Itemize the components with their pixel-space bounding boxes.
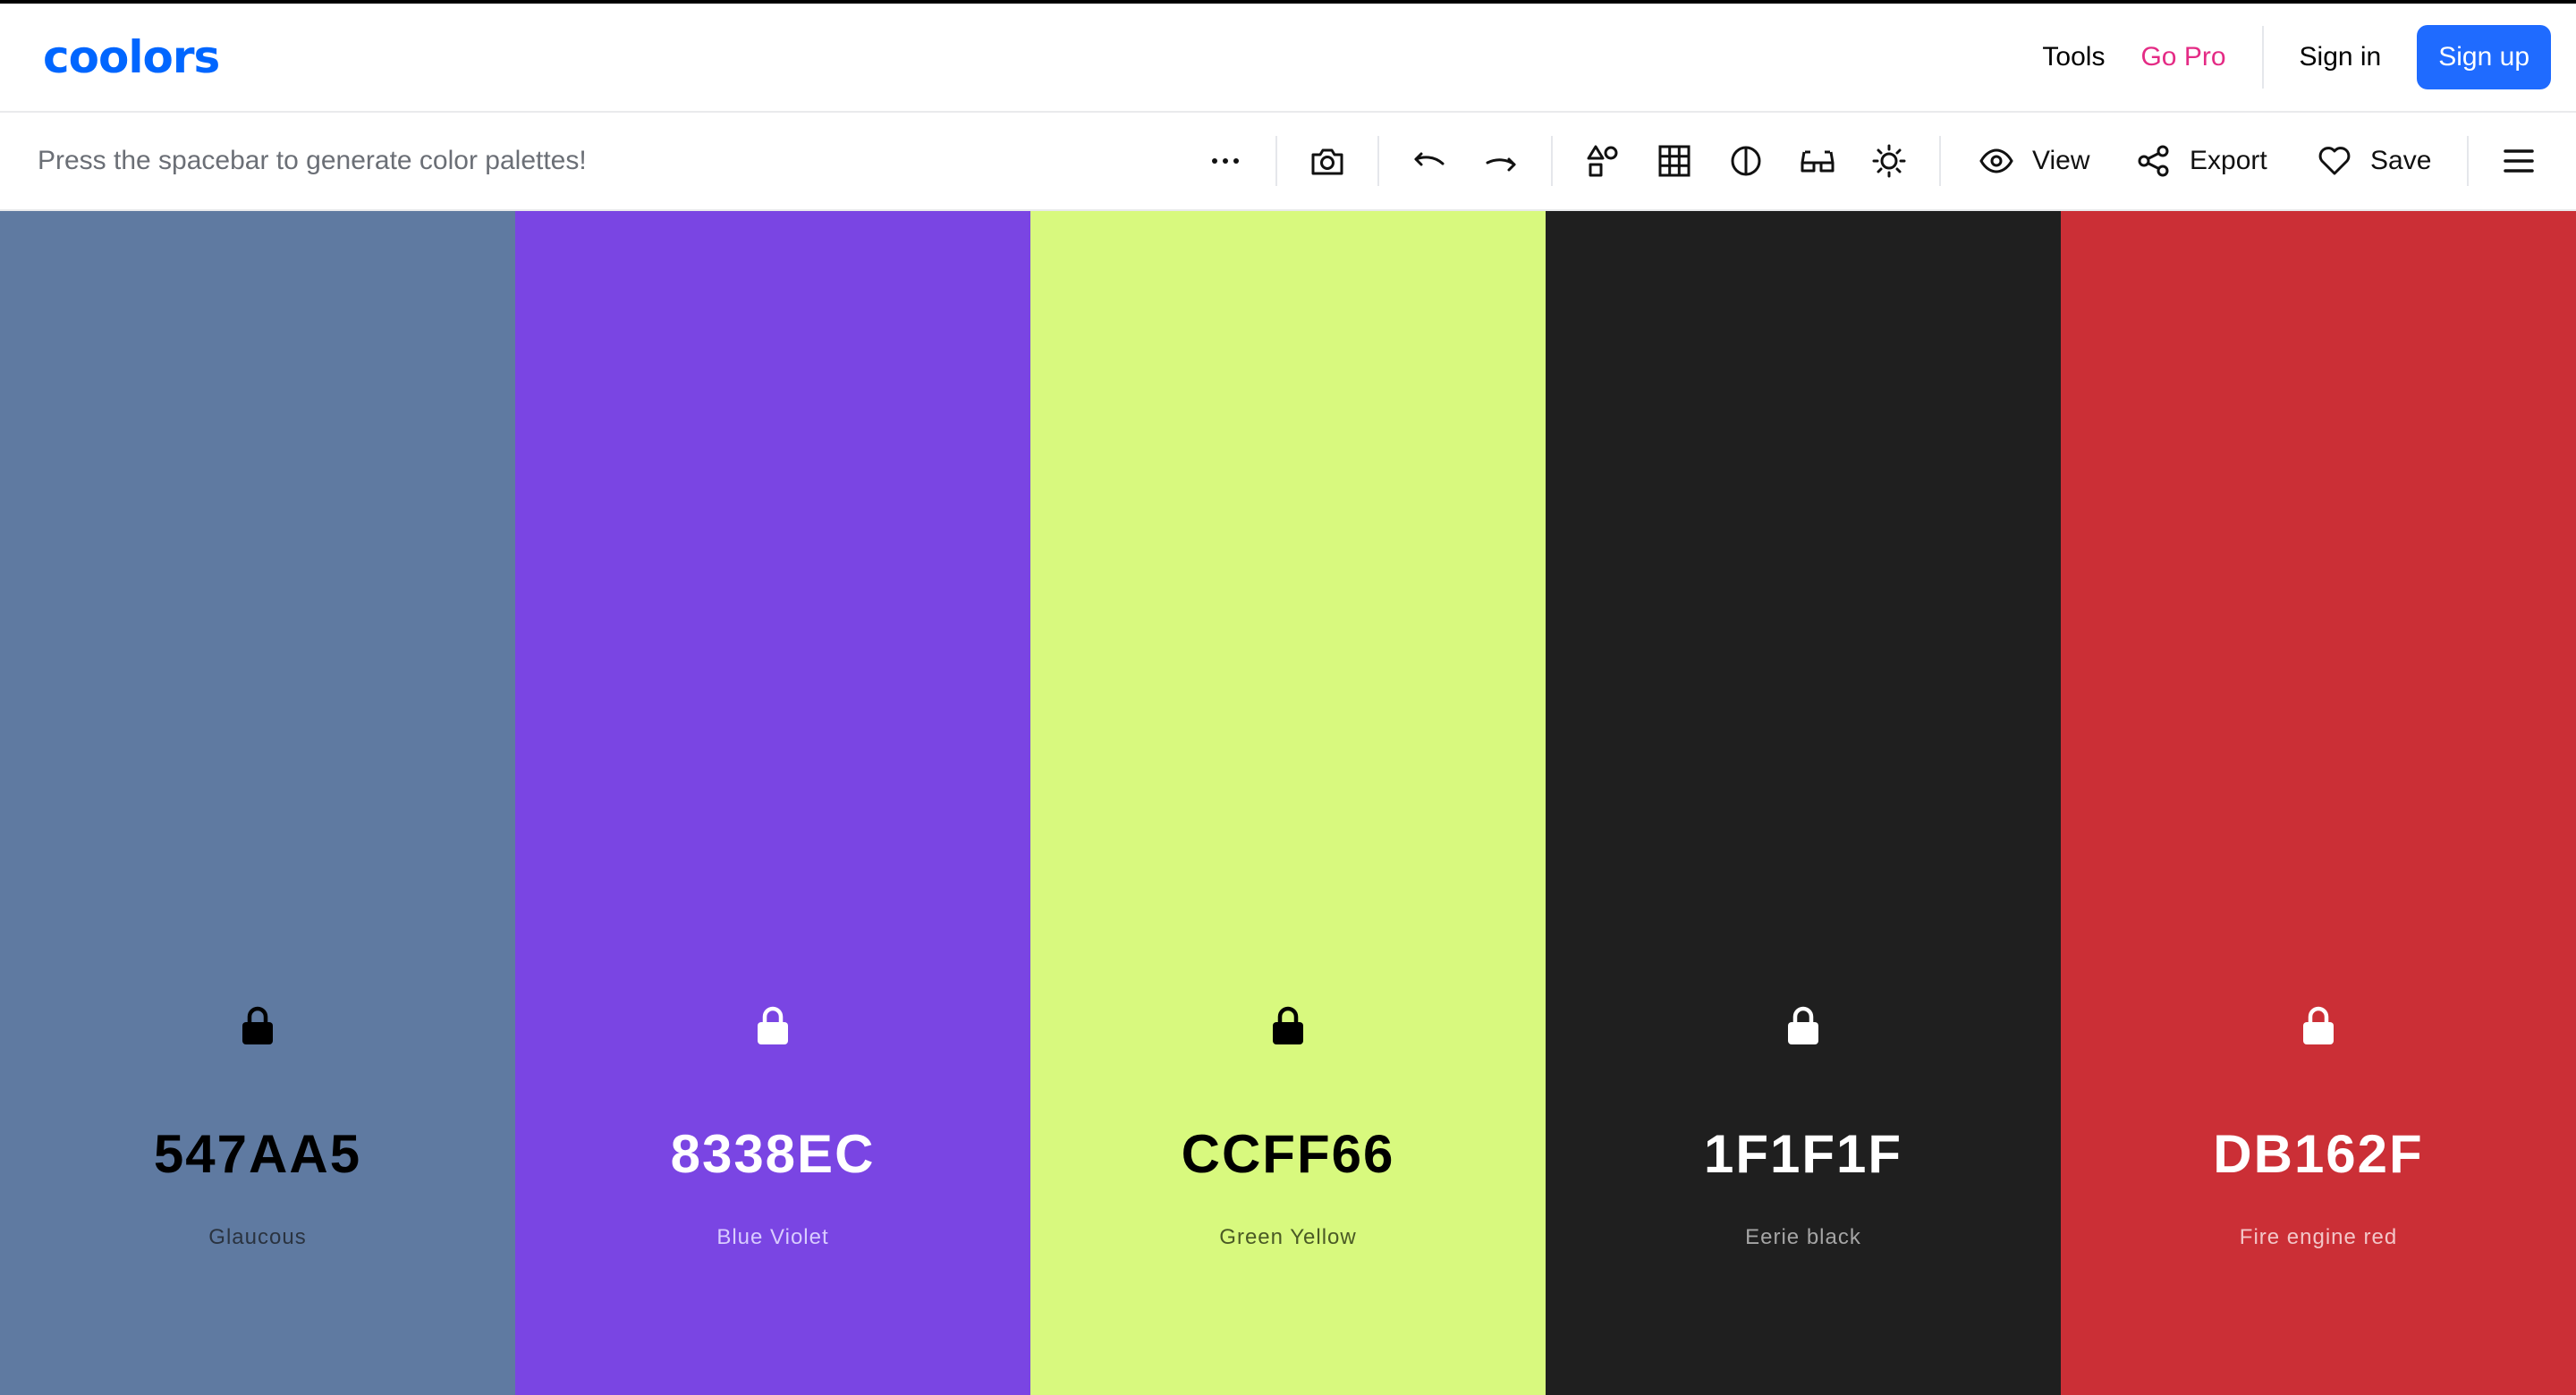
sign-up-button[interactable]: Sign up xyxy=(2417,25,2551,89)
heart-icon xyxy=(2318,147,2351,175)
go-pro-link[interactable]: Go Pro xyxy=(2123,42,2243,72)
menu-icon[interactable] xyxy=(2501,113,2537,209)
color-name: Eerie black xyxy=(1745,1225,1861,1249)
save-button[interactable]: Save xyxy=(2317,113,2431,209)
grid-icon[interactable] xyxy=(1657,113,1692,209)
color-name: Glaucous xyxy=(208,1225,307,1249)
hex-code[interactable]: 8338EC xyxy=(515,1123,1030,1185)
export-label: Export xyxy=(2190,146,2267,175)
color-palette: 547AA5 Glaucous 8338EC Blue Violet CCFF6… xyxy=(0,211,2576,1395)
color-swatch[interactable]: 8338EC Blue Violet xyxy=(515,211,1030,1395)
hex-code[interactable]: DB162F xyxy=(2061,1123,2576,1185)
glasses-icon[interactable] xyxy=(1800,113,1835,209)
shapes-icon[interactable] xyxy=(1585,113,1621,209)
undo-icon[interactable] xyxy=(1411,113,1447,209)
contrast-icon[interactable] xyxy=(1728,113,1764,209)
toolbar-divider xyxy=(1551,136,1553,186)
toolbar-divider xyxy=(1939,136,1941,186)
share-icon xyxy=(2138,145,2169,177)
lock-icon[interactable] xyxy=(2301,1005,2336,1051)
camera-icon[interactable] xyxy=(1309,113,1345,209)
lock-icon[interactable] xyxy=(1785,1005,1821,1051)
nav-divider xyxy=(2261,26,2264,89)
color-name: Fire engine red xyxy=(2239,1225,2398,1249)
tools-link[interactable]: Tools xyxy=(2024,42,2123,72)
lock-icon[interactable] xyxy=(240,1005,275,1051)
top-navbar: coolors Tools Go Pro Sign in Sign up xyxy=(0,4,2576,111)
hex-code[interactable]: CCFF66 xyxy=(1030,1123,1546,1185)
coolors-logo[interactable]: coolors xyxy=(43,31,220,83)
save-label: Save xyxy=(2370,146,2432,175)
eye-icon xyxy=(1979,148,2013,173)
hex-code[interactable]: 547AA5 xyxy=(0,1123,515,1185)
export-button[interactable]: Export xyxy=(2136,113,2267,209)
color-swatch[interactable]: 547AA5 Glaucous xyxy=(0,211,515,1395)
toolbar-divider xyxy=(1275,136,1277,186)
toolbar-divider xyxy=(2467,136,2469,186)
color-name: Green Yellow xyxy=(1219,1225,1357,1249)
color-swatch[interactable]: DB162F Fire engine red xyxy=(2061,211,2576,1395)
redo-icon[interactable] xyxy=(1483,113,1519,209)
lock-icon[interactable] xyxy=(1270,1005,1306,1051)
spacebar-hint: Press the spacebar to generate color pal… xyxy=(38,146,587,175)
lock-icon[interactable] xyxy=(755,1005,791,1051)
view-button[interactable]: View xyxy=(1979,113,2089,209)
hex-code[interactable]: 1F1F1F xyxy=(1546,1123,2061,1185)
color-name: Blue Violet xyxy=(716,1225,829,1249)
color-swatch[interactable]: CCFF66 Green Yellow xyxy=(1030,211,1546,1395)
more-icon[interactable] xyxy=(1208,113,1243,209)
view-label: View xyxy=(2032,146,2090,175)
color-swatch[interactable]: 1F1F1F Eerie black xyxy=(1546,211,2061,1395)
sign-in-link[interactable]: Sign in xyxy=(2282,42,2400,72)
generator-toolbar: Press the spacebar to generate color pal… xyxy=(0,111,2576,211)
sun-icon[interactable] xyxy=(1871,113,1907,209)
nav-actions: Tools Go Pro Sign in Sign up xyxy=(2024,4,2551,111)
toolbar-divider xyxy=(1377,136,1379,186)
